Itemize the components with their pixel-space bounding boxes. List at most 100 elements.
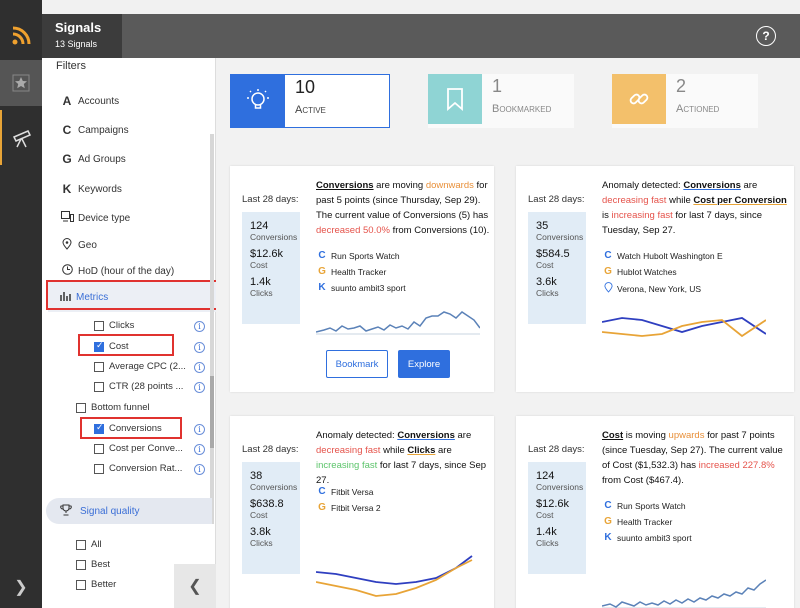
quality-option-best[interactable]: Best — [76, 559, 110, 570]
stat-label: Actioned — [676, 103, 720, 115]
bookmark-button[interactable]: Bookmark — [326, 350, 388, 378]
metric-name: Conversions — [316, 180, 374, 191]
highlight-box — [78, 334, 174, 356]
anomaly-chart — [602, 317, 766, 338]
checkbox[interactable] — [76, 402, 86, 413]
checkbox[interactable] — [76, 539, 86, 550]
filter-keywords[interactable]: K Keywords — [60, 182, 122, 196]
option-label: CTR (28 points ... — [109, 381, 184, 392]
checkbox[interactable] — [94, 381, 104, 392]
kpi-panel: 35 Conversions $584.5 Cost 3.6k Clicks — [528, 212, 586, 324]
keyword-icon: K — [318, 282, 326, 293]
desc-text: are — [435, 445, 452, 456]
entity-label: Verona, New York, US — [617, 284, 702, 294]
signal-card[interactable]: Last 28 days: 124 Conversions $12.6k Cos… — [516, 416, 794, 608]
sparkline-chart — [316, 311, 480, 335]
checkbox[interactable] — [76, 559, 86, 570]
quality-option-all[interactable]: All — [76, 539, 102, 550]
metric-name: Cost — [602, 430, 624, 441]
scrollbar-track[interactable] — [210, 134, 214, 524]
stat-value: 10 — [295, 77, 316, 97]
help-button[interactable]: ? — [756, 26, 776, 46]
trend-text: increasing fast — [611, 210, 673, 221]
info-icon[interactable]: i — [194, 444, 205, 455]
bookmark-icon — [428, 74, 482, 124]
campaign-icon: C — [604, 500, 612, 511]
filter-hod[interactable]: HoD (hour of the day) — [60, 264, 174, 278]
metric-option-clicks[interactable]: Clicks — [94, 320, 134, 331]
funnel-option-cost-per-conversion[interactable]: Cost per Conve... — [94, 443, 183, 454]
entity-ad-group: G Fitbit Versa 2 — [316, 502, 381, 513]
checkbox[interactable] — [94, 320, 104, 331]
filter-signal-quality[interactable]: Signal quality — [46, 498, 212, 524]
kpi-label: Cost — [250, 510, 268, 520]
desc-text: is — [602, 210, 612, 221]
period-label: Last 28 days: — [528, 194, 585, 205]
signal-card[interactable]: Last 28 days: 124 Conversions $12.6k Cos… — [230, 166, 494, 392]
explore-button[interactable]: Explore — [398, 350, 450, 378]
rss-logo-icon[interactable] — [0, 14, 42, 58]
checkbox[interactable] — [94, 463, 104, 474]
entity-label: Health Tracker — [331, 266, 387, 277]
desc-text: is moving — [623, 430, 669, 441]
quality-option-better[interactable]: Better — [76, 579, 116, 590]
filter-ad-groups[interactable]: G Ad Groups — [60, 152, 125, 166]
kpi-label: Cost — [536, 260, 554, 270]
kpi-label: Clicks — [536, 288, 559, 298]
option-label: Clicks — [109, 320, 135, 331]
scrollbar-thumb[interactable] — [210, 376, 214, 448]
checkbox[interactable] — [94, 361, 104, 372]
signal-card[interactable]: Last 28 days: 38 Conversions $638.8 Cost… — [230, 416, 494, 608]
entity-list: C Watch Hubolt Washington E G Hublot Watch… — [602, 250, 723, 301]
entity-label: Hublot Watches — [617, 266, 677, 277]
info-icon[interactable]: i — [194, 424, 205, 435]
info-icon[interactable]: i — [194, 464, 205, 475]
signal-card[interactable]: Last 28 days: 35 Conversions $584.5 Cost… — [516, 166, 794, 392]
option-label: Better — [91, 579, 117, 590]
expand-chevron-icon[interactable]: ❯ — [0, 566, 42, 608]
funnel-option-conversion-rate[interactable]: Conversion Rat... — [94, 463, 182, 474]
stat-active[interactable]: 10 Active — [230, 74, 390, 128]
metric-option-ctr[interactable]: CTR (28 points ... — [94, 381, 183, 392]
ad-group-icon: G — [318, 502, 326, 513]
info-icon[interactable]: i — [194, 342, 205, 353]
period-label: Last 28 days: — [528, 444, 585, 455]
filter-geo[interactable]: Geo — [60, 238, 97, 253]
metric-option-avg-cpc[interactable]: Average CPC (2... — [94, 361, 186, 372]
filter-accounts[interactable]: A Accounts — [60, 94, 119, 108]
kpi-value: 3.8k — [250, 526, 271, 538]
option-label: All — [91, 539, 102, 550]
stat-bookmarked[interactable]: 1 Bookmarked — [428, 74, 574, 128]
trend-text: decreasing fast — [316, 445, 381, 456]
ad-group-icon: G — [604, 516, 612, 527]
lightbulb-icon — [231, 75, 285, 127]
pin-icon — [60, 238, 74, 253]
stat-actioned[interactable]: 2 Actioned — [612, 74, 758, 128]
campaign-icon: C — [318, 486, 326, 497]
entity-label: Fitbit Versa — [331, 486, 374, 497]
entity-label: Run Sports Watch — [331, 250, 400, 261]
entity-campaign: C Watch Hubolt Washington E — [602, 250, 723, 261]
kpi-panel: 38 Conversions $638.8 Cost 3.8k Clicks — [242, 462, 300, 574]
telescope-icon[interactable] — [0, 110, 42, 165]
checkbox[interactable] — [94, 443, 104, 454]
collapse-sidebar-button[interactable]: ❮ — [174, 564, 216, 608]
anomaly-chart — [316, 555, 473, 597]
info-icon[interactable]: i — [194, 362, 205, 373]
actioned-link-icon — [612, 74, 666, 124]
stat-value: 1 — [492, 76, 503, 96]
info-icon[interactable]: i — [194, 382, 205, 393]
kpi-label: Conversions — [536, 232, 584, 242]
filter-device-type[interactable]: Device type — [60, 211, 130, 225]
bottom-funnel-group[interactable]: Bottom funnel — [76, 402, 150, 413]
campaign-icon: C — [604, 250, 612, 261]
kpi-value: 1.4k — [250, 276, 271, 288]
kpi-value: 124 — [536, 470, 555, 482]
star-icon[interactable] — [0, 60, 42, 106]
filter-campaigns[interactable]: C Campaigns — [60, 123, 129, 137]
checkbox[interactable] — [76, 579, 86, 590]
trend-text: decreasing fast — [602, 195, 667, 206]
info-icon[interactable]: i — [194, 321, 205, 332]
entity-label: Watch Hubolt Washington E — [617, 250, 723, 261]
device-icon — [60, 211, 74, 225]
